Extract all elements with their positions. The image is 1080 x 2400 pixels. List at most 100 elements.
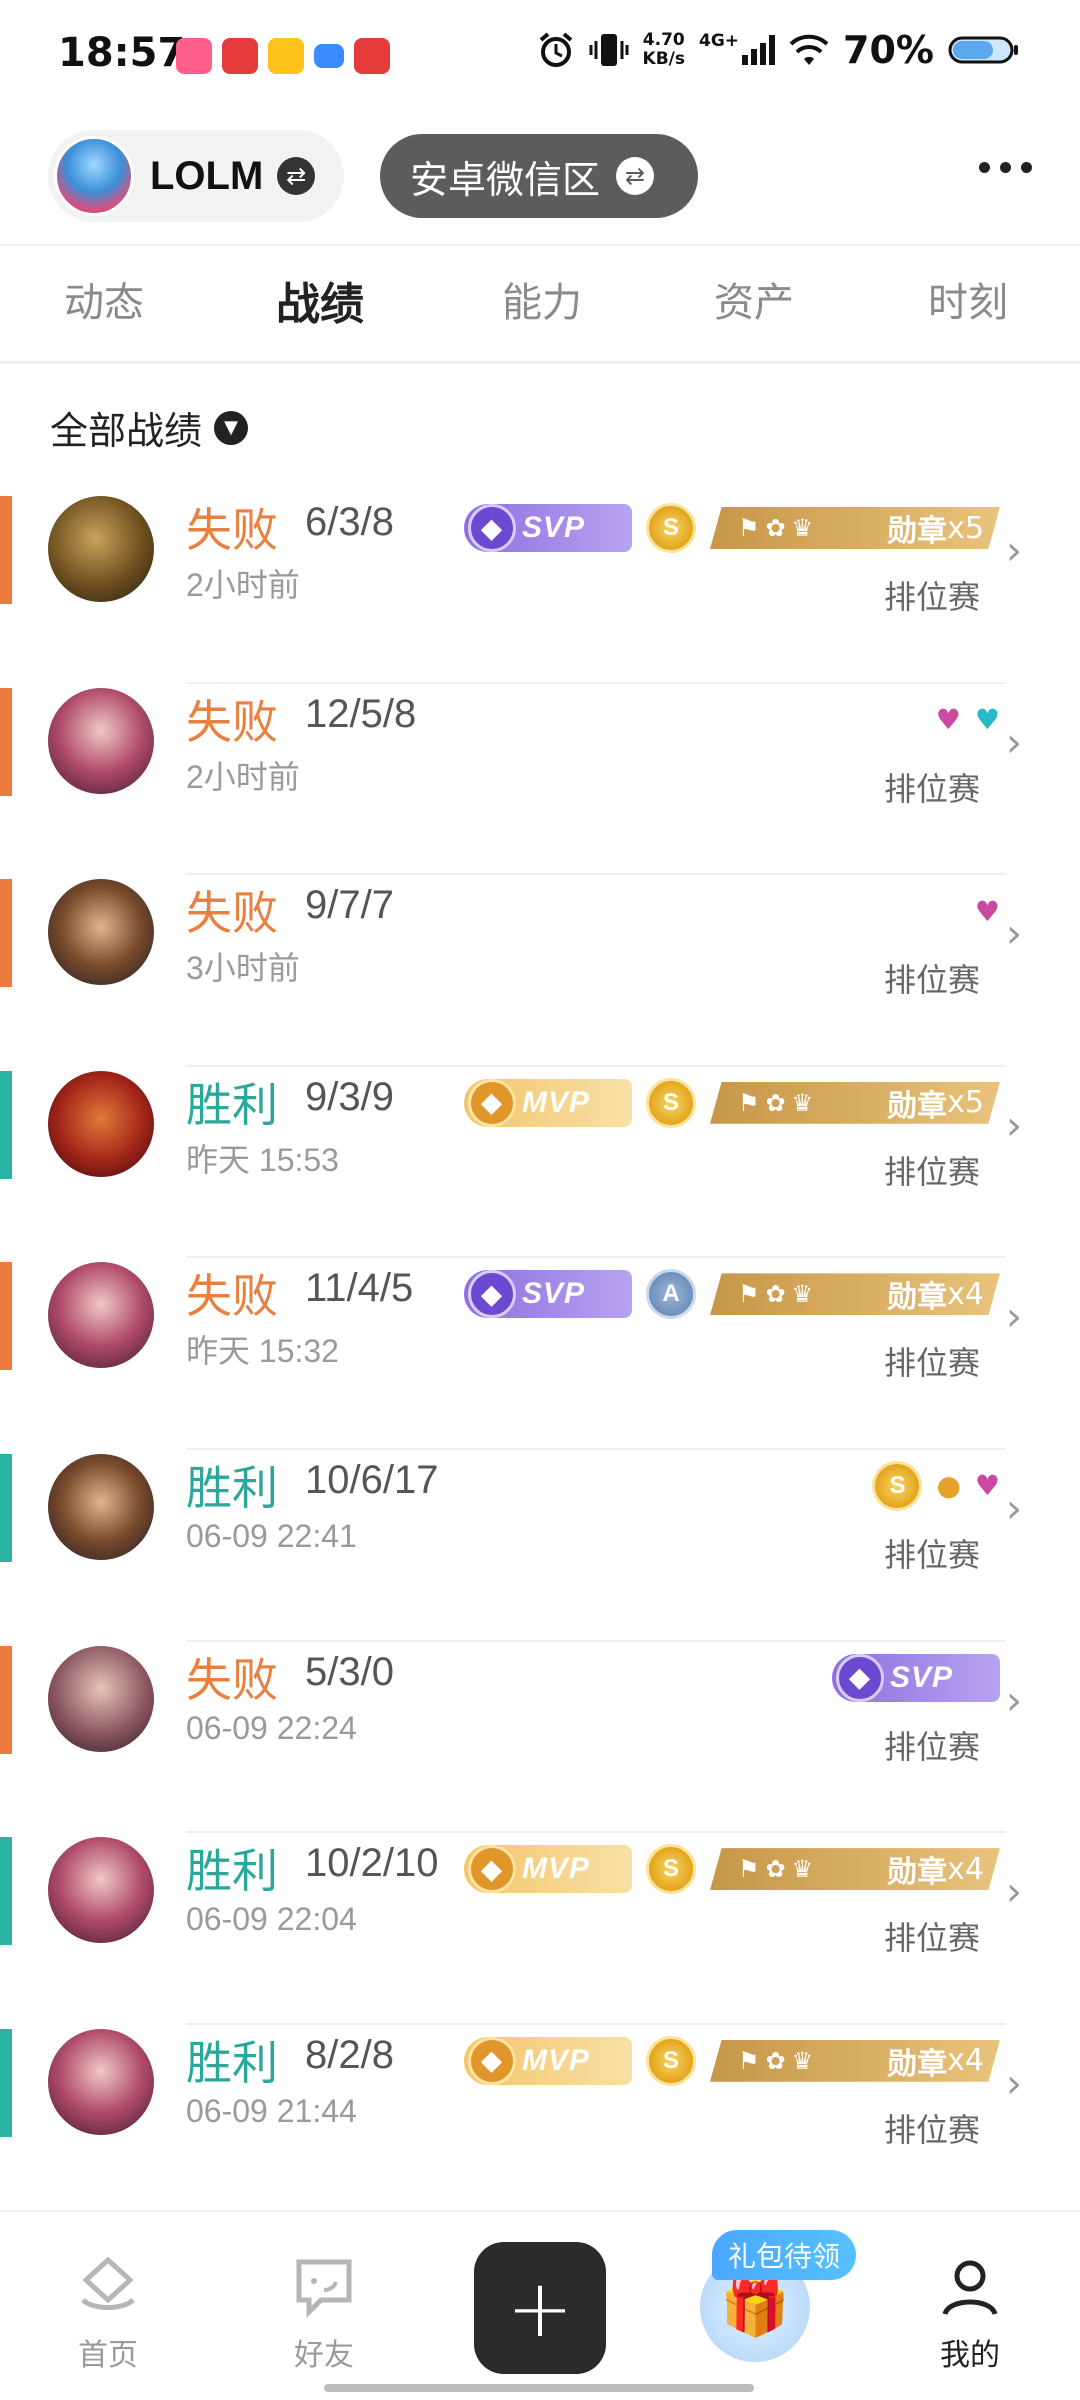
match-row[interactable]: 失败 6/3/8 2小时前 ◆ SVP S ⚑✿♛ 勋章 x5 排位赛 › — [0, 492, 1080, 684]
match-result: 胜利 — [186, 2036, 278, 2089]
medal-icons: ⚑✿♛ — [738, 514, 820, 542]
filter-label: 全部战绩 — [50, 409, 203, 453]
medal-icons: ⚑✿♛ — [738, 2046, 820, 2075]
match-mode: 排位赛 — [883, 961, 980, 1000]
grade-coin-icon: S — [646, 1844, 696, 1895]
match-badges: S ● ♥ — [872, 1456, 1000, 1516]
chevron-right-icon: › — [1006, 1869, 1022, 1916]
match-mode: 排位赛 — [883, 1919, 980, 1958]
medal-banner: ⚑✿♛ 勋章 x5 — [710, 507, 1000, 549]
match-result: 失败 — [186, 887, 278, 940]
match-row[interactable]: 失败 12/5/8 2小时前 ♥ ♥ 排位赛 › — [0, 684, 1080, 876]
grade-coin-icon: S — [872, 1460, 923, 1511]
medal-count: x5 — [947, 1085, 984, 1121]
chevron-right-icon: › — [1006, 1677, 1022, 1724]
signal-icon: 4G+ — [699, 31, 776, 65]
result-indicator — [0, 1837, 12, 1946]
region-switcher[interactable]: 安卓微信区 ⇄ — [380, 134, 698, 218]
game-switcher[interactable]: LOLM ⇄ — [48, 130, 344, 222]
match-row[interactable]: 胜利 10/6/17 06-09 22:41 S ● ♥ 排位赛 › — [0, 1450, 1080, 1642]
rank-badge-label: SVP — [522, 1277, 586, 1311]
svp-badge: ◆ SVP — [464, 1270, 632, 1319]
mvp-badge: ◆ MVP — [464, 1078, 632, 1127]
match-row[interactable]: 胜利 8/2/8 06-09 21:44 ◆ MVP S ⚑✿♛ 勋章 x4 排位赛 › — [0, 2025, 1080, 2217]
nav-home-label: 首页 — [78, 2338, 138, 2373]
app-notification-icon — [268, 38, 304, 74]
medal-icons: ⚑✿♛ — [738, 1855, 820, 1884]
swap-icon: ⇄ — [616, 157, 655, 195]
result-indicator — [0, 879, 12, 988]
champion-avatar — [48, 1645, 154, 1752]
champion-avatar — [48, 1262, 154, 1369]
nav-me[interactable]: 我的 — [910, 2252, 1030, 2374]
medal-count: x5 — [947, 510, 984, 546]
medal-banner: ⚑✿♛ 勋章 x5 — [710, 1081, 1000, 1124]
match-badges: ◆ SVP A ⚑✿♛ 勋章 x4 — [464, 1264, 1000, 1324]
match-list: 失败 6/3/8 2小时前 ◆ SVP S ⚑✿♛ 勋章 x5 排位赛 › 失败 12/5… — [0, 492, 1080, 2217]
match-time: 2小时前 — [186, 567, 300, 603]
add-post-button[interactable]: + — [474, 2242, 606, 2374]
medal-count: x4 — [947, 2043, 984, 2079]
champion-avatar — [48, 1837, 154, 1944]
match-kda: 9/3/9 — [305, 1074, 394, 1119]
match-time: 06-09 22:41 — [186, 1517, 357, 1554]
medal-icons: ⚑✿♛ — [738, 1280, 820, 1309]
medal-icons: ⚑✿♛ — [738, 1088, 820, 1117]
match-kda: 8/2/8 — [305, 2032, 394, 2077]
records-filter[interactable]: 全部战绩 ▼ — [50, 400, 249, 455]
tab-ability[interactable]: 能力 — [502, 270, 582, 328]
match-mode: 排位赛 — [883, 769, 980, 808]
medal-label: 勋章 — [887, 1088, 948, 1124]
match-row[interactable]: 失败 9/7/7 3小时前 ♥ 排位赛 › — [0, 875, 1080, 1067]
tab-assets[interactable]: 资产 — [714, 270, 794, 328]
medal-label: 勋章 — [887, 1280, 948, 1316]
match-kda: 11/4/5 — [305, 1266, 414, 1311]
chevron-right-icon: › — [1006, 2060, 1022, 2107]
champion-avatar — [48, 879, 154, 986]
grade-coin-icon: S — [646, 503, 696, 553]
grade-coin-icon: A — [646, 1269, 696, 1320]
medal-banner: ⚑✿♛ 勋章 x4 — [710, 2039, 1000, 2082]
grade-coin-icon: S — [646, 1077, 696, 1128]
nav-home[interactable]: 首页 — [48, 2252, 168, 2374]
achievement-icon: ♥ — [974, 703, 1000, 737]
tab-records[interactable]: 战绩 — [276, 268, 364, 332]
match-badges: ◆ MVP S ⚑✿♛ 勋章 x4 — [464, 1839, 1000, 1899]
chevron-right-icon: › — [1006, 1294, 1022, 1341]
network-type: 4G+ — [699, 31, 740, 51]
achievement-icon: ♥ — [974, 894, 1000, 928]
match-mode: 排位赛 — [883, 1344, 980, 1383]
mvp-gem-icon: ◆ — [468, 2036, 516, 2085]
result-indicator — [0, 1453, 12, 1562]
match-mode: 排位赛 — [883, 2110, 980, 2149]
medal-count: x4 — [947, 1276, 984, 1312]
tab-feed[interactable]: 动态 — [64, 270, 144, 328]
match-row[interactable]: 失败 11/4/5 昨天 15:32 ◆ SVP A ⚑✿♛ 勋章 x4 排位赛 › — [0, 1258, 1080, 1450]
achievement-icon: ♥ — [935, 703, 961, 737]
svp-badge: ◆ SVP — [464, 504, 632, 552]
mvp-badge: ◆ MVP — [464, 2036, 632, 2085]
match-row[interactable]: 胜利 10/2/10 06-09 22:04 ◆ MVP S ⚑✿♛ 勋章 x4 排位赛 … — [0, 1833, 1080, 2025]
match-badges: ♥ — [975, 881, 1000, 941]
vibrate-icon — [589, 34, 629, 66]
rank-badge-label: MVP — [522, 1085, 591, 1119]
tab-moments[interactable]: 时刻 — [928, 270, 1008, 328]
rank-badge-label: MVP — [522, 2043, 591, 2077]
bottom-nav: 首页 好友 + 🎁 礼包待领 我的 — [0, 2210, 1080, 2400]
more-options-icon[interactable] — [979, 162, 1032, 173]
match-time: 3小时前 — [186, 950, 300, 987]
network-speed: 4.70 KB/s — [643, 31, 685, 69]
match-row[interactable]: 失败 5/3/0 06-09 22:24 ◆ SVP 排位赛 › — [0, 1642, 1080, 1834]
match-row[interactable]: 胜利 9/3/9 昨天 15:53 ◆ MVP S ⚑✿♛ 勋章 x5 排位赛 › — [0, 1067, 1080, 1259]
match-result: 失败 — [186, 695, 278, 748]
nav-friends-label: 好友 — [294, 2338, 354, 2373]
match-time: 06-09 22:04 — [186, 1901, 357, 1938]
app-notification-icon — [354, 38, 390, 74]
medal-banner: ⚑✿♛ 勋章 x4 — [710, 1848, 1000, 1891]
nav-friends[interactable]: 好友 — [264, 2252, 384, 2374]
speed-unit: KB/s — [642, 49, 685, 69]
gift-pending-badge: 礼包待领 — [712, 2230, 857, 2280]
match-mode: 排位赛 — [883, 1535, 980, 1574]
mvp-gem-icon: ◆ — [468, 1078, 516, 1127]
rank-badge-label: SVP — [890, 1660, 954, 1694]
